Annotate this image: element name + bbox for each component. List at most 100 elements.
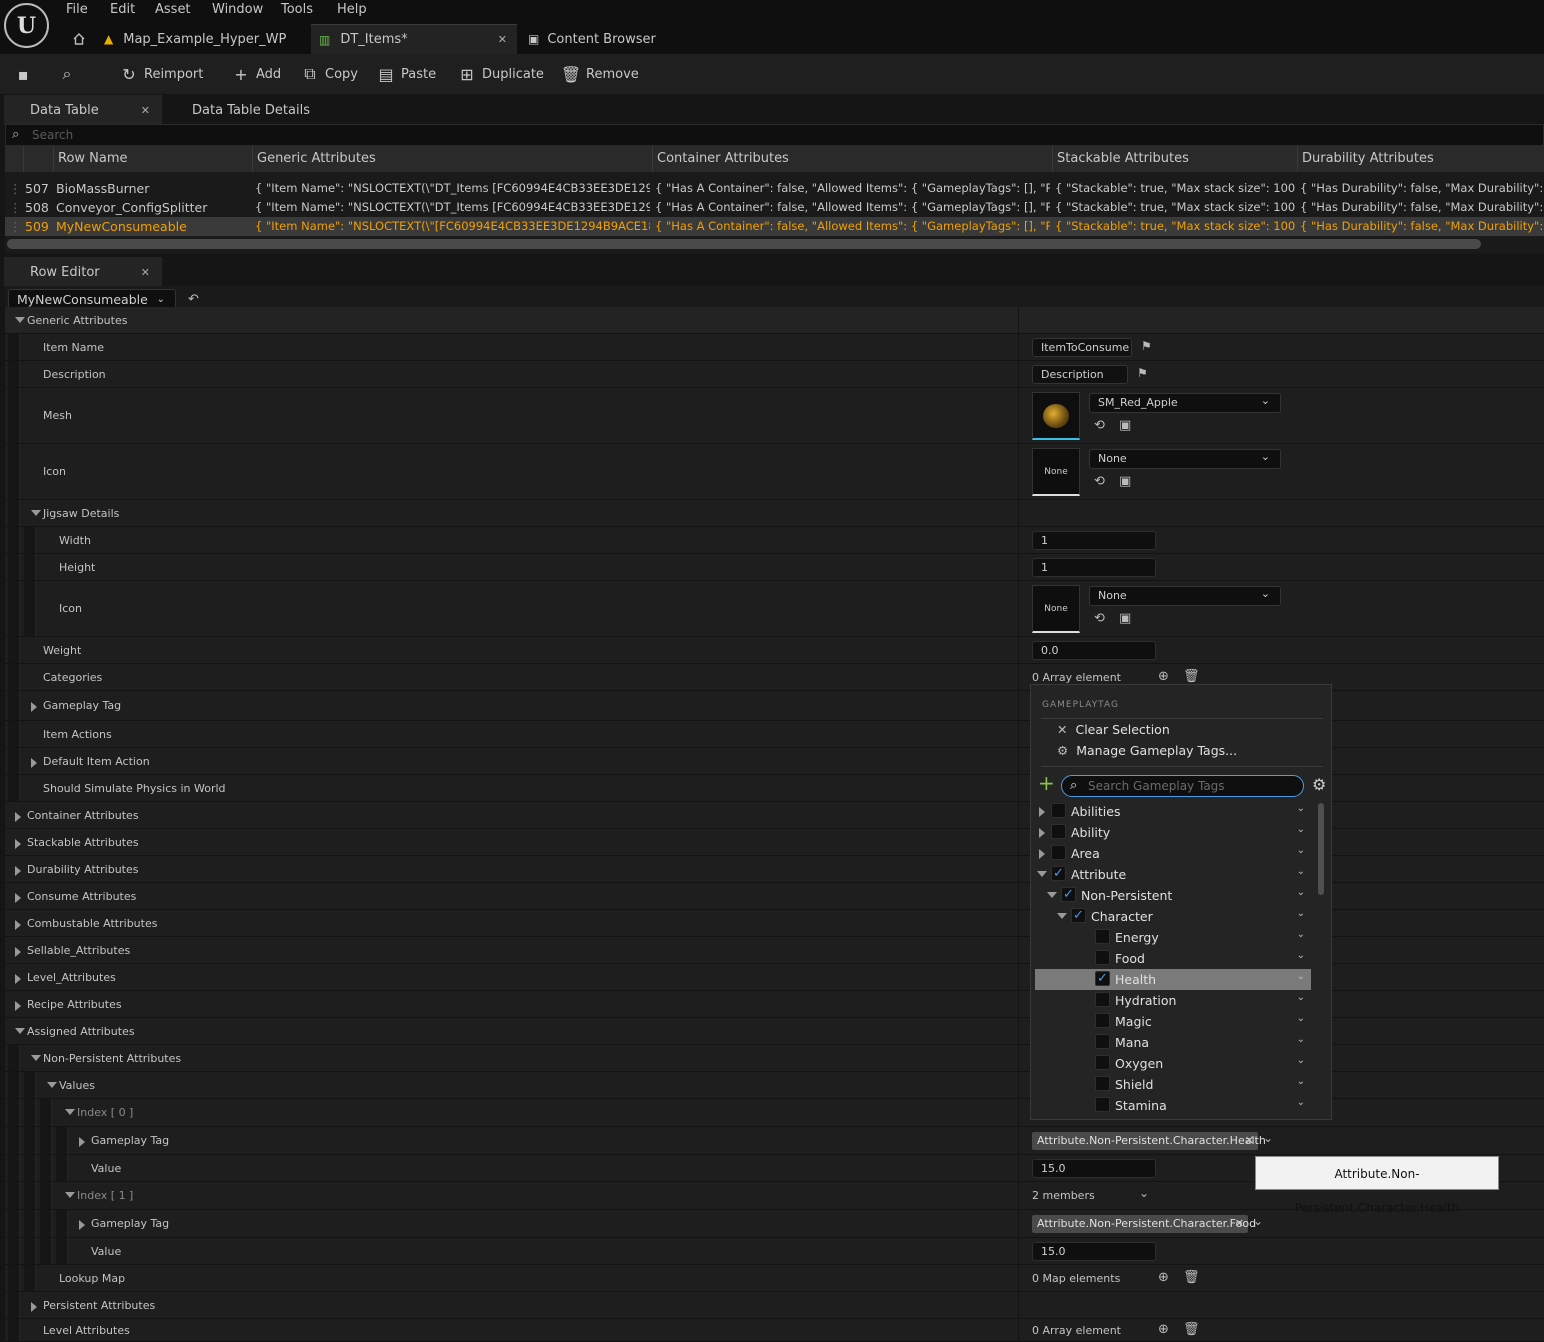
mesh-thumbnail[interactable] bbox=[1032, 392, 1080, 440]
table-row[interactable]: ⋮ 507 BioMassBurner { "Item Name": "NSLO… bbox=[5, 179, 1544, 198]
asset-thumbnail[interactable]: None bbox=[1032, 448, 1080, 496]
expand-arrow-right-icon[interactable] bbox=[15, 920, 21, 930]
tag-checkbox[interactable] bbox=[1095, 1076, 1110, 1091]
width-input[interactable]: 1 bbox=[1032, 531, 1156, 550]
chevron-down-icon[interactable]: ⌄ bbox=[1297, 803, 1305, 814]
expand-arrow-right-icon[interactable] bbox=[31, 702, 37, 712]
tag-checkbox[interactable] bbox=[1095, 1013, 1110, 1028]
tag-row-non-persistent[interactable]: ✓ Non-Persistent ⌄ bbox=[1035, 885, 1311, 906]
expand-arrow-right-icon[interactable] bbox=[1039, 807, 1045, 817]
tag-checkbox[interactable]: ✓ bbox=[1095, 971, 1110, 986]
chevron-down-icon[interactable]: ⌄ bbox=[1297, 971, 1305, 982]
duplicate-button[interactable]: ⊞ Duplicate bbox=[458, 54, 544, 94]
tag-checkbox[interactable] bbox=[1095, 1055, 1110, 1070]
tag-checkbox[interactable] bbox=[1095, 1097, 1110, 1112]
chevron-down-icon[interactable]: ⌄ bbox=[1253, 1214, 1263, 1228]
tag-checkbox[interactable] bbox=[1095, 1034, 1110, 1049]
tag-row-character[interactable]: ✓ Character ⌄ bbox=[1035, 906, 1311, 927]
manage-tags-button[interactable]: ⚙ Manage Gameplay Tags... bbox=[1057, 741, 1237, 761]
expand-arrow-down-icon[interactable] bbox=[15, 1028, 25, 1034]
value0-input[interactable]: 15.0 bbox=[1032, 1159, 1156, 1178]
col-container[interactable]: Container Attributes bbox=[652, 146, 1052, 172]
expand-arrow-right-icon[interactable] bbox=[79, 1220, 85, 1230]
trash-icon[interactable]: 🗑 bbox=[1183, 669, 1200, 684]
jicon-asset-dropdown[interactable]: None ⌄ bbox=[1089, 586, 1281, 606]
expand-arrow-down-icon[interactable] bbox=[31, 510, 41, 516]
prop-gt0[interactable]: Gameplay Tag Attribute.Non-Persistent.Cha… bbox=[5, 1127, 1544, 1155]
add-element-icon[interactable]: ⊕ bbox=[1158, 669, 1169, 684]
unreal-logo-icon[interactable]: U bbox=[4, 3, 49, 48]
add-element-icon[interactable]: ⊕ bbox=[1158, 1270, 1169, 1285]
tab-map[interactable]: ▲ Map_Example_Hyper_WP bbox=[104, 24, 304, 54]
tab-dt-items[interactable]: ▥ DT_Items* ✕ bbox=[311, 24, 517, 54]
menu-tools[interactable]: Tools bbox=[281, 2, 313, 17]
use-selected-icon[interactable]: ⟲ bbox=[1094, 611, 1105, 626]
expand-arrow-down-icon[interactable] bbox=[47, 1082, 57, 1088]
home-icon[interactable] bbox=[72, 24, 96, 54]
trash-icon[interactable]: 🗑 bbox=[1183, 1270, 1200, 1285]
localize-flag-icon[interactable]: ⚑ bbox=[1137, 366, 1148, 380]
prop-generic[interactable]: Generic Attributes bbox=[5, 307, 1544, 334]
use-selected-icon[interactable]: ⟲ bbox=[1094, 474, 1105, 489]
menu-help[interactable]: Help bbox=[337, 2, 367, 17]
chevron-down-icon[interactable]: ⌄ bbox=[1297, 908, 1305, 919]
add-element-icon[interactable]: ⊕ bbox=[1158, 1322, 1169, 1337]
tab-data-table[interactable]: Data Table ✕ bbox=[4, 95, 162, 125]
menu-edit[interactable]: Edit bbox=[110, 2, 135, 17]
prop-jigsaw[interactable]: Jigsaw Details bbox=[5, 500, 1544, 527]
tag-row-hydration[interactable]: Hydration ⌄ bbox=[1035, 990, 1311, 1011]
remove-button[interactable]: 🗑 Remove bbox=[561, 54, 639, 94]
expand-arrow-right-icon[interactable] bbox=[15, 839, 21, 849]
browse-asset-icon[interactable]: ▣ bbox=[1119, 611, 1131, 626]
tag-row-abilities[interactable]: Abilities ⌄ bbox=[1035, 801, 1311, 822]
col-stackable[interactable]: Stackable Attributes bbox=[1052, 146, 1297, 172]
chevron-down-icon[interactable]: ⌄ bbox=[1297, 950, 1305, 961]
expand-arrow-right-icon[interactable] bbox=[1039, 828, 1045, 838]
clear-selection-button[interactable]: ✕ Clear Selection bbox=[1057, 720, 1170, 740]
description-field[interactable]: Description bbox=[1032, 365, 1128, 384]
gt1-tag-chip[interactable]: Attribute.Non-Persistent.Character.Food ✕ bbox=[1032, 1215, 1256, 1233]
prop-persistent[interactable]: Persistent Attributes bbox=[5, 1292, 1544, 1319]
save-button[interactable]: ▪ bbox=[14, 54, 32, 94]
reset-icon[interactable]: ↶ bbox=[188, 292, 199, 307]
chevron-down-icon[interactable]: ⌄ bbox=[1297, 929, 1305, 940]
chevron-down-icon[interactable]: ⌄ bbox=[1297, 887, 1305, 898]
menu-asset[interactable]: Asset bbox=[155, 2, 191, 17]
expand-arrow-right-icon[interactable] bbox=[79, 1137, 85, 1147]
tag-checkbox[interactable] bbox=[1095, 929, 1110, 944]
tag-row-energy[interactable]: Energy ⌄ bbox=[1035, 927, 1311, 948]
expand-arrow-right-icon[interactable] bbox=[1039, 849, 1045, 859]
tag-checkbox[interactable]: ✓ bbox=[1061, 887, 1076, 902]
tab-row-editor[interactable]: Row Editor ✕ bbox=[4, 257, 162, 287]
horizontal-scrollbar[interactable] bbox=[7, 239, 1481, 249]
remove-tag-icon[interactable]: ✕ bbox=[1245, 1132, 1254, 1150]
tag-checkbox[interactable]: ✓ bbox=[1071, 908, 1086, 923]
tag-row-attribute[interactable]: ✓ Attribute ⌄ bbox=[1035, 864, 1311, 885]
chevron-down-icon[interactable]: ⌄ bbox=[1297, 1034, 1305, 1045]
chevron-down-icon[interactable]: ⌄ bbox=[1297, 866, 1305, 877]
browse-asset-icon[interactable]: ▣ bbox=[1119, 418, 1131, 433]
expand-arrow-right-icon[interactable] bbox=[15, 974, 21, 984]
copy-button[interactable]: ⧉ Copy bbox=[301, 54, 358, 94]
expand-arrow-right-icon[interactable] bbox=[15, 947, 21, 957]
close-panel-icon[interactable]: ✕ bbox=[141, 266, 150, 279]
expand-arrow-right-icon[interactable] bbox=[15, 866, 21, 876]
expand-arrow-down-icon[interactable] bbox=[1047, 892, 1057, 898]
expand-arrow-right-icon[interactable] bbox=[15, 893, 21, 903]
asset-thumbnail[interactable]: None bbox=[1032, 585, 1080, 633]
tag-row-shield[interactable]: Shield ⌄ bbox=[1035, 1074, 1311, 1095]
table-row[interactable]: ⋮ 508 Conveyor_ConfigSplitter { "Item Na… bbox=[5, 198, 1544, 217]
expand-arrow-down-icon[interactable] bbox=[65, 1192, 75, 1198]
tag-list-scrollbar[interactable] bbox=[1318, 803, 1324, 895]
use-selected-icon[interactable]: ⟲ bbox=[1094, 418, 1105, 433]
settings-gear-icon[interactable]: ⚙ bbox=[1312, 775, 1326, 794]
tab-data-table-details[interactable]: Data Table Details bbox=[178, 95, 338, 125]
paste-button[interactable]: ▤ Paste bbox=[377, 54, 436, 94]
table-row-selected[interactable]: ⋮ 509 MyNewConsumeable { "Item Name": "N… bbox=[5, 217, 1544, 236]
icon-asset-dropdown[interactable]: None ⌄ bbox=[1089, 449, 1281, 469]
tag-row-oxygen[interactable]: Oxygen ⌄ bbox=[1035, 1053, 1311, 1074]
localize-flag-icon[interactable]: ⚑ bbox=[1141, 339, 1152, 353]
expand-arrow-right-icon[interactable] bbox=[31, 758, 37, 768]
chevron-down-icon[interactable]: ⌄ bbox=[1297, 1076, 1305, 1087]
chevron-down-icon[interactable]: ⌄ bbox=[1297, 1097, 1305, 1108]
